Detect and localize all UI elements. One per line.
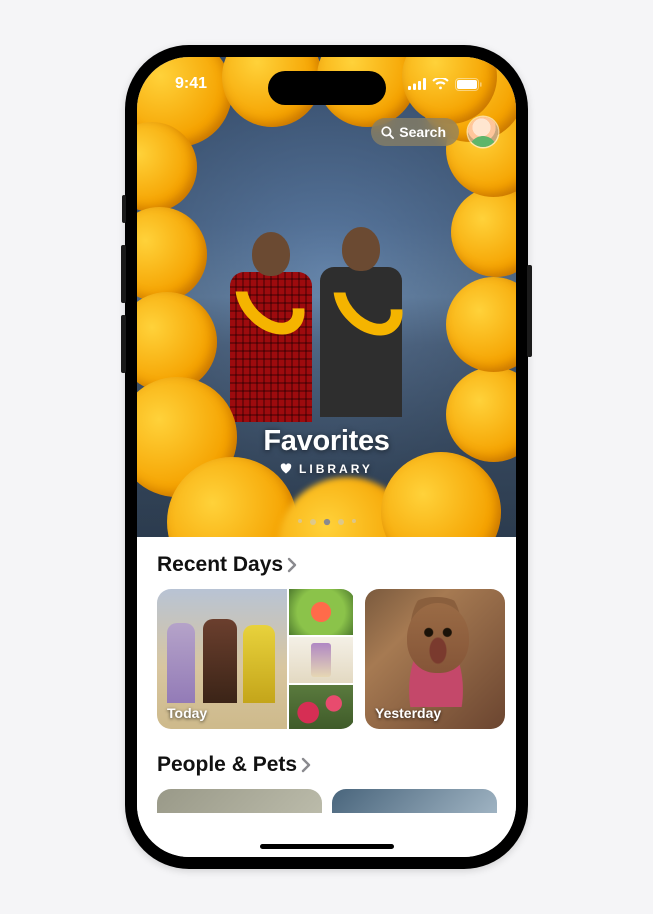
page-dot bbox=[298, 519, 302, 523]
people-pets-title: People & Pets bbox=[157, 753, 297, 777]
home-indicator[interactable] bbox=[260, 844, 394, 849]
search-icon bbox=[381, 126, 394, 139]
hero-subtitle: LIBRARY bbox=[299, 462, 373, 476]
status-time: 9:41 bbox=[175, 75, 207, 93]
photo-thumbnail bbox=[289, 637, 353, 683]
people-pets-header[interactable]: People & Pets bbox=[137, 753, 516, 789]
people-pets-scroller[interactable] bbox=[137, 789, 516, 813]
mute-switch bbox=[122, 195, 126, 223]
photo-thumbnail bbox=[289, 685, 353, 729]
wifi-icon bbox=[432, 78, 449, 90]
cellular-icon bbox=[408, 78, 426, 90]
person-card[interactable] bbox=[332, 789, 497, 813]
hero-person bbox=[252, 232, 312, 422]
day-card-today[interactable]: Today bbox=[157, 589, 355, 729]
photo-thumbnail bbox=[289, 589, 353, 635]
screen: 9:41 bbox=[137, 57, 516, 857]
page-dot-active bbox=[323, 519, 329, 525]
page-dot bbox=[352, 519, 356, 523]
power-button bbox=[527, 265, 532, 357]
hero-person bbox=[342, 227, 402, 417]
dynamic-island bbox=[268, 71, 386, 105]
page-dot bbox=[310, 519, 316, 525]
page-indicator[interactable] bbox=[137, 519, 516, 525]
heart-icon bbox=[280, 463, 292, 474]
iphone-frame: 9:41 bbox=[125, 45, 528, 869]
status-indicators bbox=[408, 78, 482, 91]
volume-down-button bbox=[121, 315, 126, 373]
search-button[interactable]: Search bbox=[371, 118, 459, 146]
top-controls: Search bbox=[371, 117, 498, 147]
page-dot bbox=[338, 519, 344, 525]
day-card-label: Today bbox=[167, 705, 207, 721]
chevron-right-icon bbox=[301, 757, 311, 773]
recent-days-header[interactable]: Recent Days bbox=[137, 553, 516, 589]
profile-avatar[interactable] bbox=[468, 117, 498, 147]
battery-icon bbox=[455, 78, 482, 91]
content-area: Recent Days Today Yesterday People & Pet… bbox=[137, 537, 516, 857]
chevron-right-icon bbox=[287, 557, 297, 573]
volume-up-button bbox=[121, 245, 126, 303]
person-card[interactable] bbox=[157, 789, 322, 813]
search-label: Search bbox=[399, 124, 446, 140]
recent-days-scroller[interactable]: Today Yesterday bbox=[137, 589, 516, 749]
hero-title: Favorites bbox=[137, 425, 516, 458]
hero-card[interactable]: Search Favorites LIBRARY bbox=[137, 57, 516, 537]
recent-days-title: Recent Days bbox=[157, 553, 283, 577]
day-card-label: Yesterday bbox=[375, 705, 441, 721]
hero-subtitle-row: LIBRARY bbox=[280, 462, 373, 476]
hero-text: Favorites LIBRARY bbox=[137, 425, 516, 480]
day-card-yesterday[interactable]: Yesterday bbox=[365, 589, 505, 729]
